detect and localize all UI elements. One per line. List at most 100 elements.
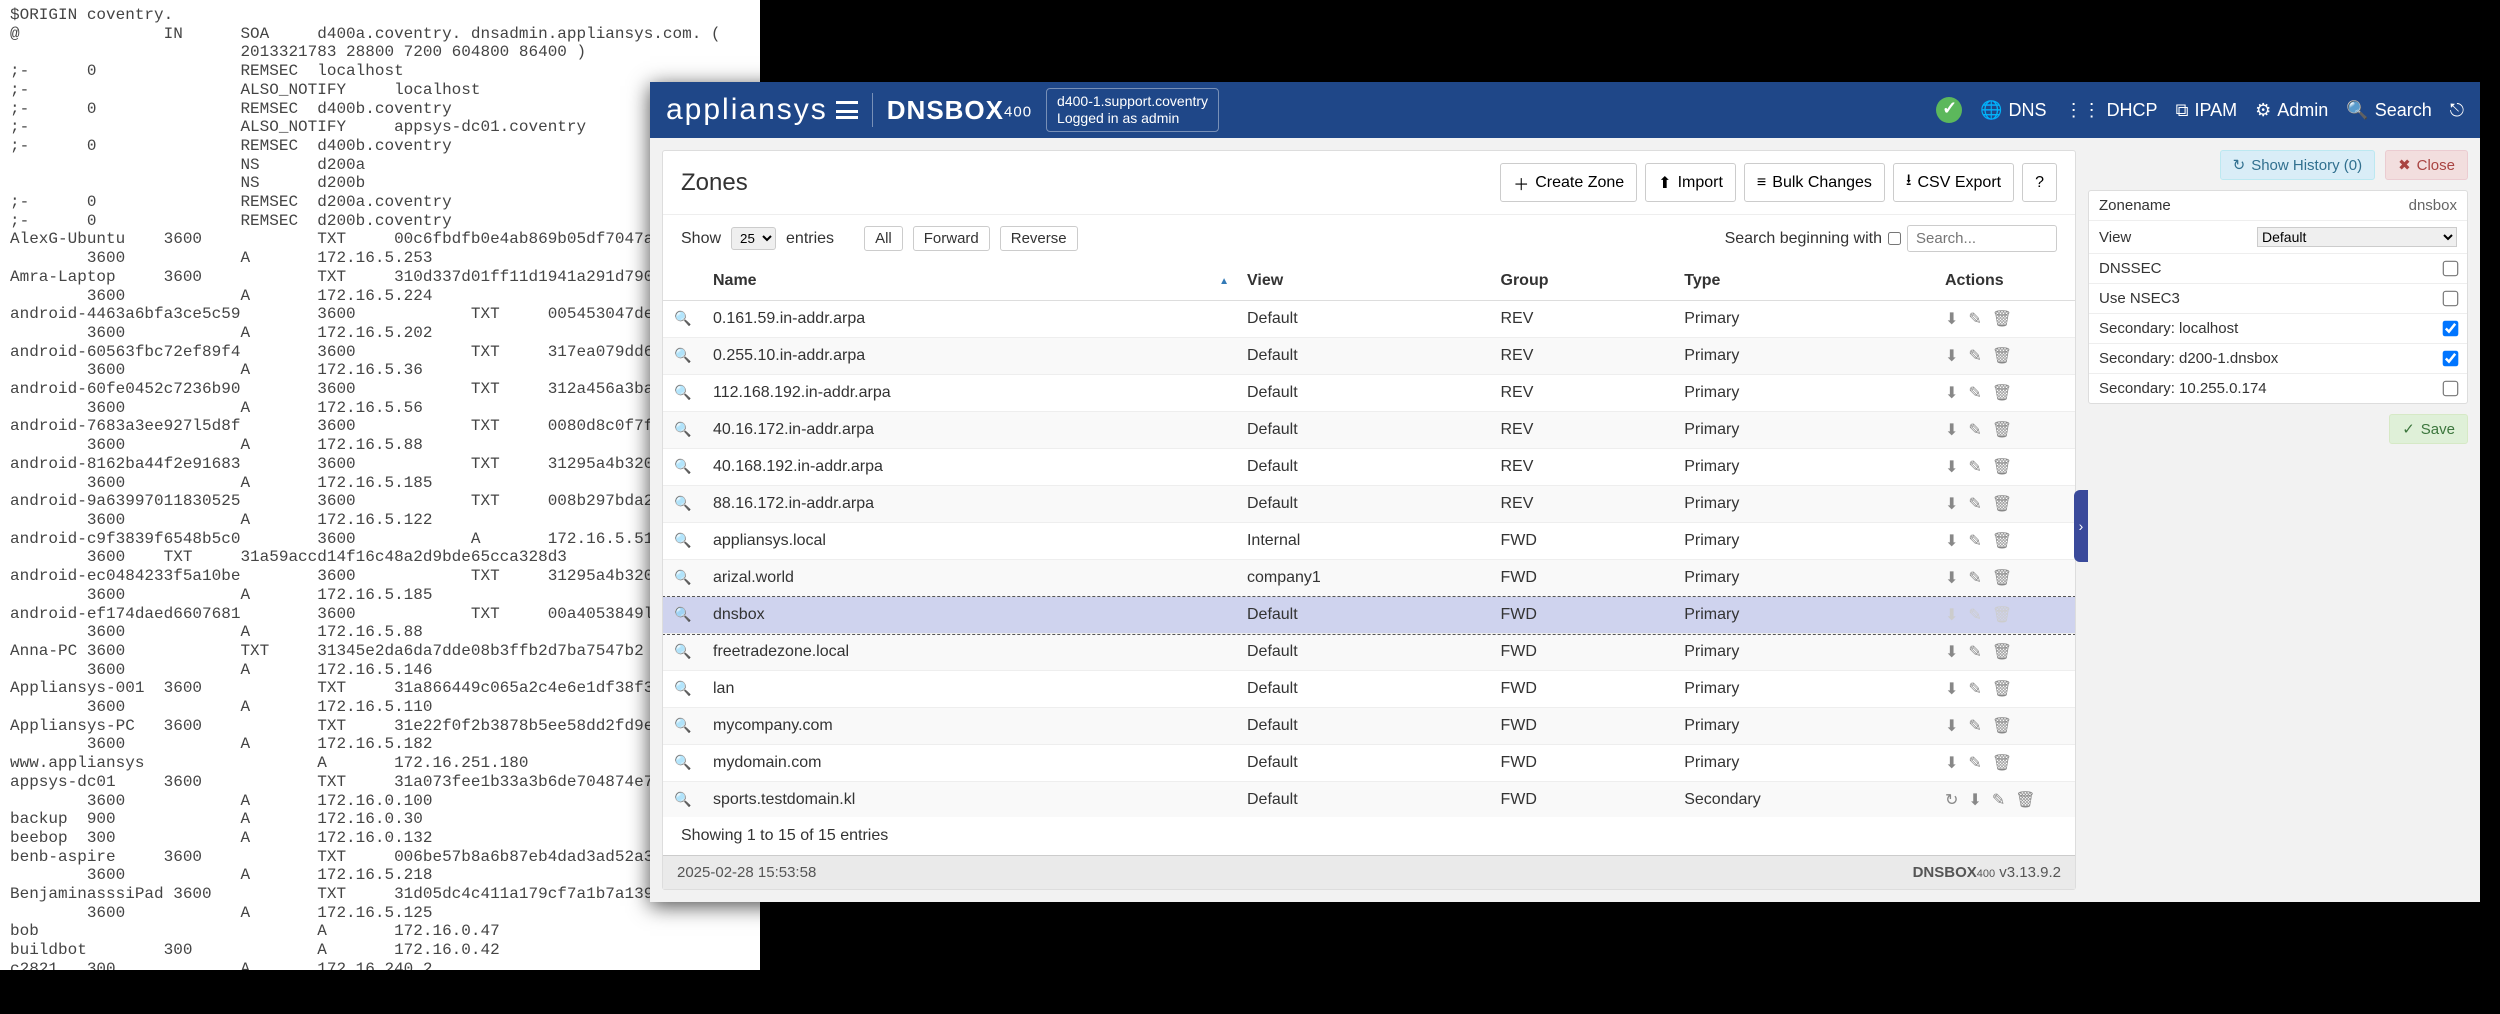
logo[interactable]: appliansys — [666, 93, 858, 127]
download-icon[interactable]: ⬇ — [1945, 568, 1958, 588]
nav-dns[interactable]: 🌐DNS — [1980, 100, 2046, 121]
table-row[interactable]: 0.161.59.in-addr.arpaDefaultREVPrimary⬇✎… — [663, 301, 2075, 338]
collapse-handle[interactable]: › — [2074, 490, 2088, 562]
table-row[interactable]: 0.255.10.in-addr.arpaDefaultREVPrimary⬇✎… — [663, 338, 2075, 375]
nav-ipam[interactable]: ⧉IPAM — [2176, 100, 2238, 121]
inspect-row[interactable] — [663, 338, 703, 375]
inspect-row[interactable] — [663, 486, 703, 523]
create-zone-button[interactable]: ＋Create Zone — [1500, 163, 1637, 202]
edit-icon[interactable]: ✎ — [1968, 309, 1981, 329]
table-row[interactable]: arizal.worldcompany1FWDPrimary⬇✎🗑 — [663, 560, 2075, 597]
search-beginning-checkbox[interactable] — [1888, 232, 1901, 245]
download-icon[interactable]: ⬇ — [1945, 531, 1958, 551]
table-row[interactable]: appliansys.localInternalFWDPrimary⬇✎🗑 — [663, 523, 2075, 560]
nsec3-checkbox[interactable] — [2443, 291, 2459, 307]
inspect-row[interactable] — [663, 671, 703, 708]
delete-icon[interactable]: 🗑 — [1992, 494, 2012, 514]
download-icon[interactable]: ⬇ — [1945, 383, 1958, 403]
download-icon[interactable]: ⬇ — [1945, 679, 1958, 699]
delete-icon[interactable]: 🗑 — [1992, 346, 2012, 366]
inspect-row[interactable] — [663, 560, 703, 597]
download-icon[interactable]: ⬇ — [1945, 309, 1958, 329]
delete-icon[interactable]: 🗑 — [1992, 309, 2012, 329]
edit-icon[interactable]: ✎ — [1968, 346, 1981, 366]
view-select[interactable]: Default — [2257, 227, 2457, 247]
filter-reverse[interactable]: Reverse — [1000, 226, 1078, 251]
import-button[interactable]: ⬆Import — [1645, 163, 1736, 202]
delete-icon[interactable]: 🗑 — [2015, 790, 2035, 810]
download-icon[interactable]: ⬇ — [1945, 346, 1958, 366]
edit-icon[interactable]: ✎ — [1968, 420, 1981, 440]
inspect-row[interactable] — [663, 708, 703, 745]
inspect-row[interactable] — [663, 449, 703, 486]
status-ok-icon[interactable] — [1936, 97, 1962, 123]
show-history-button[interactable]: ↻Show History (0) — [2220, 150, 2375, 180]
inspect-row[interactable] — [663, 782, 703, 818]
delete-icon[interactable]: 🗑 — [1992, 420, 2012, 440]
table-row[interactable]: 112.168.192.in-addr.arpaDefaultREVPrimar… — [663, 375, 2075, 412]
edit-icon[interactable]: ✎ — [1968, 457, 1981, 477]
close-button[interactable]: ✖Close — [2385, 150, 2468, 180]
save-button[interactable]: ✓Save — [2389, 414, 2468, 444]
logout-icon[interactable]: ⎋ — [2450, 100, 2464, 121]
delete-icon[interactable]: 🗑 — [1992, 753, 2012, 773]
col-group[interactable]: Group — [1491, 262, 1675, 301]
secondary-d200-checkbox[interactable] — [2443, 351, 2459, 367]
table-row[interactable]: mydomain.comDefaultFWDPrimary⬇✎🗑 — [663, 745, 2075, 782]
edit-icon[interactable]: ✎ — [1968, 605, 1981, 625]
delete-icon[interactable]: 🗑 — [1992, 531, 2012, 551]
nav-admin[interactable]: ⚙Admin — [2255, 100, 2328, 121]
filter-all[interactable]: All — [864, 226, 903, 251]
table-row[interactable]: 40.16.172.in-addr.arpaDefaultREVPrimary⬇… — [663, 412, 2075, 449]
inspect-row[interactable] — [663, 634, 703, 671]
download-icon[interactable]: ⬇ — [1968, 790, 1981, 810]
download-icon[interactable]: ⬇ — [1945, 605, 1958, 625]
edit-icon[interactable]: ✎ — [1992, 790, 2005, 810]
edit-icon[interactable]: ✎ — [1968, 642, 1981, 662]
table-row[interactable]: dnsboxDefaultFWDPrimary⬇✎🗑 — [663, 597, 2075, 634]
table-row[interactable]: sports.testdomain.klDefaultFWDSecondary↻… — [663, 782, 2075, 818]
inspect-row[interactable] — [663, 523, 703, 560]
delete-icon[interactable]: 🗑 — [1992, 679, 2012, 699]
download-icon[interactable]: ⬇ — [1945, 494, 1958, 514]
col-name[interactable]: Name — [703, 262, 1237, 301]
table-row[interactable]: lanDefaultFWDPrimary⬇✎🗑 — [663, 671, 2075, 708]
edit-icon[interactable]: ✎ — [1968, 568, 1981, 588]
inspect-row[interactable] — [663, 412, 703, 449]
table-row[interactable]: 88.16.172.in-addr.arpaDefaultREVPrimary⬇… — [663, 486, 2075, 523]
download-icon[interactable]: ⬇ — [1945, 457, 1958, 477]
download-icon[interactable]: ⬇ — [1945, 642, 1958, 662]
search-input[interactable] — [1907, 225, 2057, 252]
download-icon[interactable]: ⬇ — [1945, 753, 1958, 773]
col-view[interactable]: View — [1237, 262, 1491, 301]
edit-icon[interactable]: ✎ — [1968, 716, 1981, 736]
inspect-row[interactable] — [663, 745, 703, 782]
delete-icon[interactable]: 🗑 — [1992, 605, 2012, 625]
delete-icon[interactable]: 🗑 — [1992, 383, 2012, 403]
delete-icon[interactable]: 🗑 — [1992, 457, 2012, 477]
edit-icon[interactable]: ✎ — [1968, 753, 1981, 773]
table-row[interactable]: mycompany.comDefaultFWDPrimary⬇✎🗑 — [663, 708, 2075, 745]
inspect-row[interactable] — [663, 301, 703, 338]
filter-forward[interactable]: Forward — [913, 226, 990, 251]
edit-icon[interactable]: ✎ — [1968, 383, 1981, 403]
col-type[interactable]: Type — [1674, 262, 1935, 301]
secondary-localhost-checkbox[interactable] — [2443, 321, 2459, 337]
csv-export-button[interactable]: ⭳CSV Export — [1893, 163, 2014, 202]
per-page-select[interactable]: 25 — [731, 227, 776, 250]
refresh-icon[interactable]: ↻ — [1945, 790, 1958, 810]
edit-icon[interactable]: ✎ — [1968, 679, 1981, 699]
inspect-row[interactable] — [663, 375, 703, 412]
delete-icon[interactable]: 🗑 — [1992, 642, 2012, 662]
delete-icon[interactable]: 🗑 — [1992, 568, 2012, 588]
table-row[interactable]: freetradezone.localDefaultFWDPrimary⬇✎🗑 — [663, 634, 2075, 671]
bulk-changes-button[interactable]: ≡Bulk Changes — [1744, 163, 1885, 202]
dnssec-checkbox[interactable] — [2443, 261, 2459, 277]
secondary-10255-checkbox[interactable] — [2443, 381, 2459, 397]
inspect-row[interactable] — [663, 597, 703, 634]
edit-icon[interactable]: ✎ — [1968, 531, 1981, 551]
edit-icon[interactable]: ✎ — [1968, 494, 1981, 514]
nav-search[interactable]: 🔍Search — [2346, 100, 2431, 121]
delete-icon[interactable]: 🗑 — [1992, 716, 2012, 736]
nav-dhcp[interactable]: ⋮⋮DHCP — [2065, 100, 2158, 121]
